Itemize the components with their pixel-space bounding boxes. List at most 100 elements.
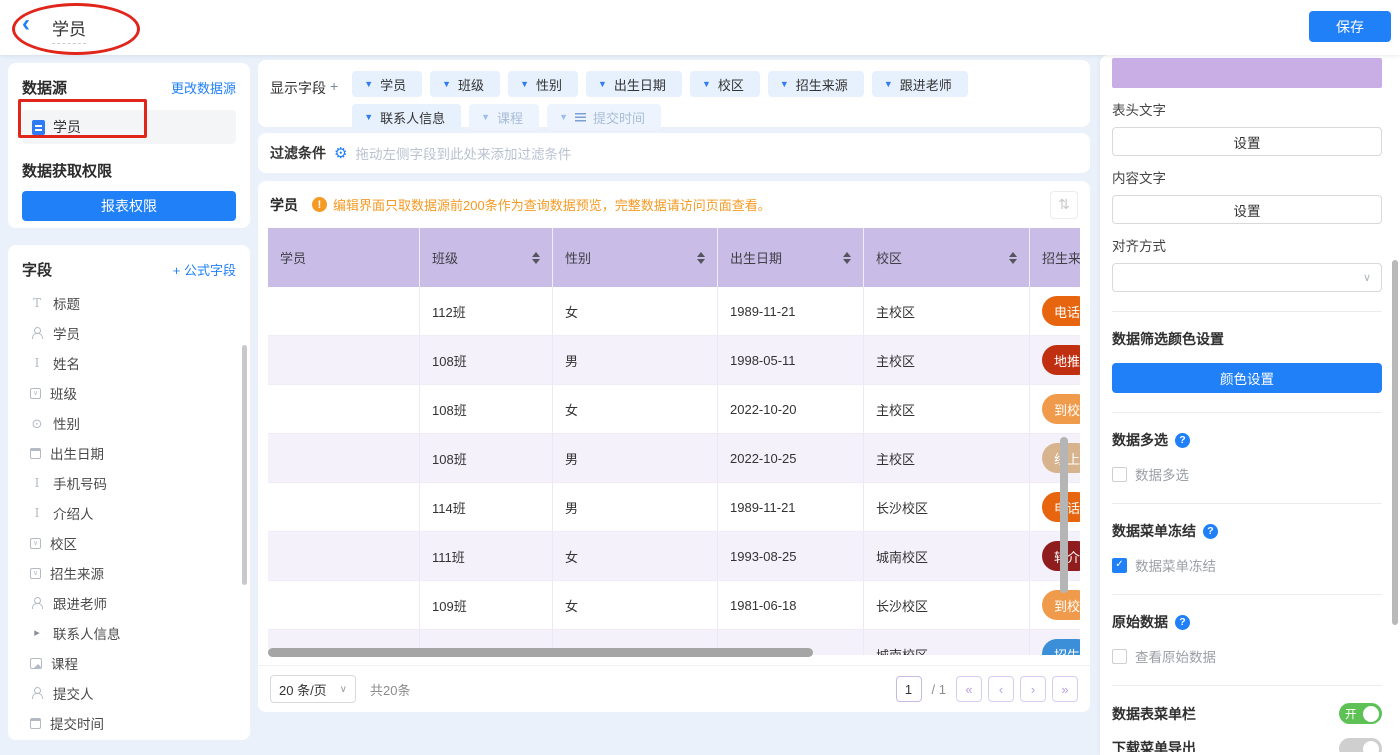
checkbox-icon[interactable]: ✓: [1112, 649, 1127, 664]
checkbox-icon[interactable]: ✓: [1112, 467, 1127, 482]
caret-down-icon[interactable]: ▼: [598, 79, 607, 89]
sort-arrows-icon[interactable]: [697, 252, 705, 264]
total-count: 共20条: [370, 680, 410, 699]
field-list-item[interactable]: 班级: [22, 378, 236, 408]
table-row[interactable]: 109班 女 1981-06-18 长沙校区 到校: [268, 581, 1080, 630]
settings-scrollbar[interactable]: [1392, 260, 1398, 625]
pager-button[interactable]: »: [1052, 676, 1078, 702]
field-label: 姓名: [53, 353, 80, 373]
fields-list: 标题 学员 姓名 班级 性别 出生日期: [22, 288, 236, 738]
field-chip[interactable]: ▼ 班级: [430, 71, 500, 97]
field-list-item[interactable]: 出生日期: [22, 438, 236, 468]
header-text-settings-button[interactable]: 设置: [1112, 127, 1382, 156]
filter-color-label: 数据筛选颜色设置: [1112, 329, 1224, 349]
content-text-settings-button[interactable]: 设置: [1112, 195, 1382, 224]
field-chip[interactable]: ▼ 提交时间: [547, 104, 661, 130]
field-list-item[interactable]: 提交时间: [22, 708, 236, 738]
caret-down-icon[interactable]: ▼: [364, 112, 373, 122]
help-icon[interactable]: ?: [1175, 615, 1190, 630]
field-chip[interactable]: ▼ 课程: [469, 104, 539, 130]
caret-down-icon[interactable]: ▼: [520, 79, 529, 89]
help-icon[interactable]: ?: [1175, 433, 1190, 448]
field-list-item[interactable]: 姓名: [22, 348, 236, 378]
table-row[interactable]: 112班 女 1989-11-21 主校区 电话: [268, 287, 1080, 336]
field-label: 手机号码: [53, 473, 107, 493]
back-icon[interactable]: ‹: [22, 12, 30, 36]
field-chip[interactable]: ▼ 学员: [352, 71, 422, 97]
field-chip[interactable]: ▼ 出生日期: [586, 71, 682, 97]
sort-arrows-icon[interactable]: [532, 252, 540, 264]
checkbox-icon[interactable]: ✓: [1112, 558, 1127, 573]
radio-icon: [30, 416, 44, 430]
add-formula-field-link[interactable]: + 公式字段: [173, 260, 236, 279]
pager-button[interactable]: «: [956, 676, 982, 702]
report-permission-button[interactable]: 报表权限: [22, 191, 236, 221]
select-icon: [30, 568, 41, 579]
raw-data-checkbox-row[interactable]: ✓ 查看原始数据: [1112, 646, 1382, 666]
vertical-scrollbar[interactable]: [1060, 437, 1068, 593]
column-header[interactable]: 班级: [420, 228, 553, 287]
color-settings-button[interactable]: 颜色设置: [1112, 363, 1382, 393]
caret-down-icon[interactable]: ▼: [780, 79, 789, 89]
cell-campus: 主校区: [864, 434, 1030, 482]
column-header[interactable]: 性别: [553, 228, 718, 287]
field-list-item[interactable]: 校区: [22, 528, 236, 558]
sort-toggle-button[interactable]: ⇅: [1050, 191, 1078, 219]
cell-campus: 长沙校区: [864, 483, 1030, 531]
column-header[interactable]: 招生来源: [1030, 228, 1080, 287]
field-chip[interactable]: ▼ 性别: [508, 71, 578, 97]
field-list-item[interactable]: 招生来源: [22, 558, 236, 588]
table-row[interactable]: 108班 男 1998-05-11 主校区 地推: [268, 336, 1080, 385]
page-size-select[interactable]: 20 条/页 ∨: [270, 675, 356, 703]
table-row[interactable]: 108班 男 2022-10-25 主校区 线上: [268, 434, 1080, 483]
fields-scrollbar[interactable]: [242, 345, 247, 585]
change-datasource-link[interactable]: 更改数据源: [171, 78, 236, 97]
field-list-item[interactable]: 课程: [22, 648, 236, 678]
field-list-item[interactable]: 联系人信息: [22, 618, 236, 648]
caret-down-icon[interactable]: ▼: [702, 79, 711, 89]
horizontal-scrollbar[interactable]: [268, 648, 813, 657]
help-icon[interactable]: ?: [1203, 524, 1218, 539]
caret-down-icon[interactable]: ▼: [884, 79, 893, 89]
table-row[interactable]: 111班 女 1993-08-25 城南校区 转介: [268, 532, 1080, 581]
field-list-item[interactable]: 跟进老师: [22, 588, 236, 618]
sort-arrows-icon[interactable]: [1009, 252, 1017, 264]
multi-select-checkbox-row[interactable]: ✓ 数据多选: [1112, 464, 1382, 484]
column-header[interactable]: 学员: [268, 228, 420, 287]
field-label: 性别: [53, 413, 80, 433]
table-menu-toggle[interactable]: 开: [1339, 703, 1382, 724]
field-chip[interactable]: ▼ 跟进老师: [872, 71, 968, 97]
pager-button[interactable]: ›: [1020, 676, 1046, 702]
field-label: 提交时间: [50, 713, 104, 733]
gear-icon[interactable]: ⚙: [334, 144, 347, 162]
datasource-item-selected[interactable]: 学员: [22, 110, 236, 144]
field-list-item[interactable]: 介绍人: [22, 498, 236, 528]
field-list-item[interactable]: 手机号码: [22, 468, 236, 498]
add-display-field-button[interactable]: +: [330, 78, 338, 94]
field-chip[interactable]: ▼ 校区: [690, 71, 760, 97]
table-row[interactable]: 114班 男 1989-11-21 长沙校区 电话: [268, 483, 1080, 532]
field-list-item[interactable]: 学员: [22, 318, 236, 348]
header-color-swatch[interactable]: [1112, 58, 1382, 88]
partial-setting-toggle[interactable]: [1339, 738, 1382, 752]
field-list-item[interactable]: 标题: [22, 288, 236, 318]
column-header[interactable]: 校区: [864, 228, 1030, 287]
caret-down-icon[interactable]: ▼: [364, 79, 373, 89]
pager-button[interactable]: ‹: [988, 676, 1014, 702]
field-list-item[interactable]: 性别: [22, 408, 236, 438]
menu-freeze-checkbox-row[interactable]: ✓ 数据菜单冻结: [1112, 555, 1382, 575]
field-chip[interactable]: ▼ 招生来源: [768, 71, 864, 97]
page-input[interactable]: 1: [896, 676, 922, 702]
sort-arrows-icon[interactable]: [843, 252, 851, 264]
caret-down-icon[interactable]: ▼: [481, 112, 490, 122]
field-label: 标题: [53, 293, 80, 313]
align-label: 对齐方式: [1112, 235, 1382, 255]
field-chip[interactable]: ▼ 联系人信息: [352, 104, 461, 130]
caret-down-icon[interactable]: ▼: [442, 79, 451, 89]
save-button[interactable]: 保存: [1309, 11, 1391, 42]
column-header[interactable]: 出生日期: [718, 228, 864, 287]
field-list-item[interactable]: 提交人: [22, 678, 236, 708]
table-row[interactable]: 108班 女 2022-10-20 主校区 到校: [268, 385, 1080, 434]
align-select[interactable]: ∨: [1112, 263, 1382, 292]
caret-down-icon[interactable]: ▼: [559, 112, 568, 122]
